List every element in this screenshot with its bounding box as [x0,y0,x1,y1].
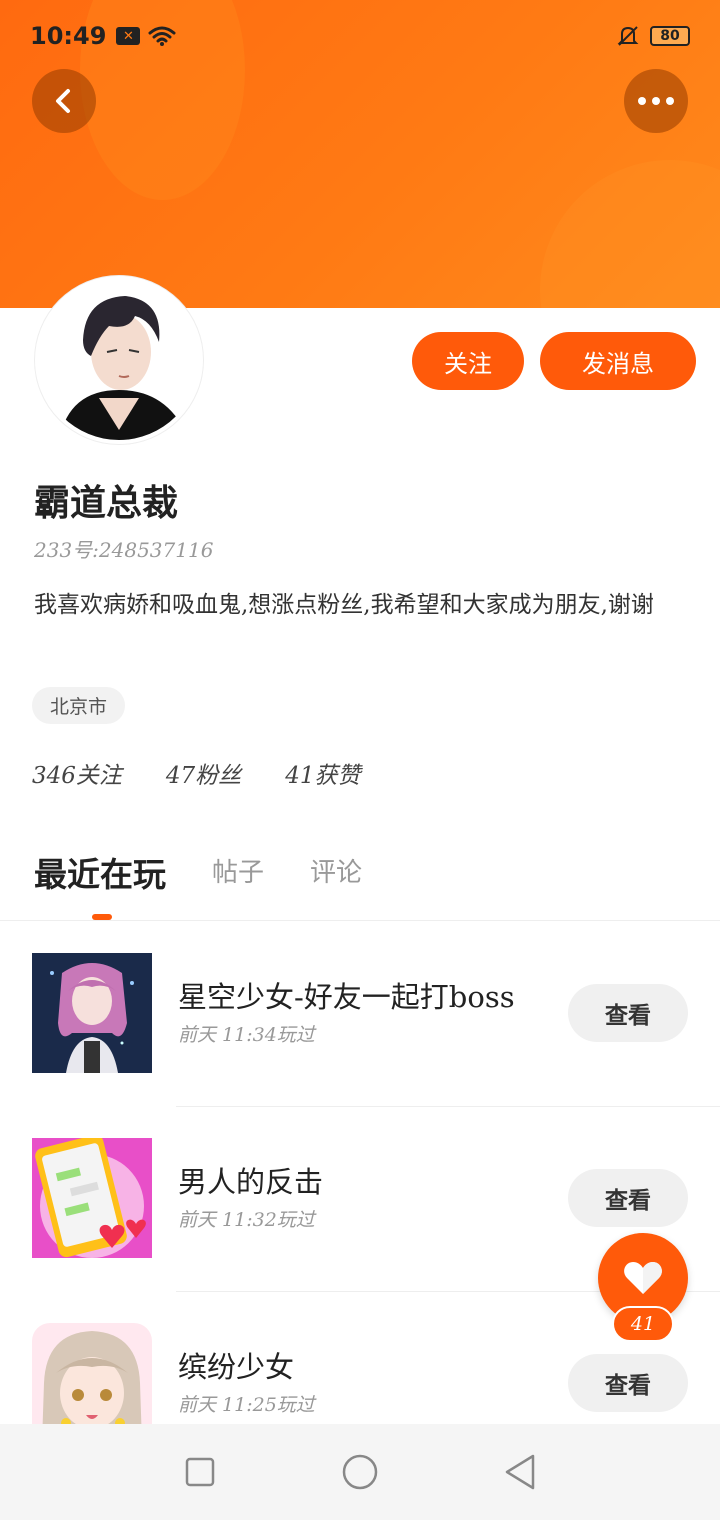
status-right: 80 [616,24,690,48]
follow-button[interactable]: 关注 [412,332,524,390]
game-list: 星空少女-好友一起打boss 前天 11:34玩过 查看 男人的反击 前天 11… [0,922,720,1477]
tab-posts[interactable]: 帖子 [212,840,264,889]
stats-row: 346关注 47粉丝 41获赞 [32,756,360,790]
list-item[interactable]: 星空少女-好友一起打boss 前天 11:34玩过 查看 [0,922,720,1107]
avatar[interactable] [35,276,203,444]
battery-icon: 80 [650,26,690,46]
tab-indicator [92,914,112,920]
back-button[interactable] [32,69,96,133]
home-button[interactable] [340,1452,380,1492]
more-button[interactable] [624,69,688,133]
game-title: 星空少女-好友一起打boss [178,980,515,1014]
view-button[interactable]: 查看 [568,984,688,1042]
back-nav-button[interactable] [500,1452,540,1492]
like-count-badge: 41 [612,1306,674,1342]
game-title: 男人的反击 [178,1165,324,1199]
likes-count: 41获赞 [285,763,361,789]
home-icon [342,1454,378,1490]
view-button[interactable]: 查看 [568,1354,688,1412]
recent-apps-button[interactable] [180,1452,220,1492]
chevron-left-icon [56,89,70,113]
system-nav-bar [0,1424,720,1520]
tab-bar: 最近在玩 帖子 评论 [0,840,720,921]
game-time: 前天 11:32玩过 [178,1209,315,1231]
location-tag[interactable]: 北京市 [32,687,126,724]
game-time: 前天 11:25玩过 [178,1394,315,1416]
status-time: 10:49 [30,22,107,50]
game-title: 缤纷少女 [178,1350,295,1384]
following-count[interactable]: 346关注 [32,756,122,790]
back-triangle-icon [505,1454,535,1490]
wifi-icon [148,26,176,46]
followers-count[interactable]: 47粉丝 [166,756,241,790]
profile-name: 霸道总裁 [34,482,179,524]
tab-recently-played[interactable]: 最近在玩 [34,840,166,896]
status-bar: 10:49 ✕ 80 [0,0,720,72]
recent-apps-icon [185,1457,215,1487]
bell-muted-icon [617,26,639,46]
game-time: 前天 11:34玩过 [178,1024,315,1046]
game-thumbnail[interactable] [32,1138,152,1258]
banner-decoration [540,160,720,308]
send-message-button[interactable]: 发消息 [540,332,696,390]
view-button[interactable]: 查看 [568,1169,688,1227]
notification-x-icon: ✕ [116,27,141,45]
heart-icon [624,1262,662,1294]
tab-comments[interactable]: 评论 [310,840,362,889]
profile-id: 233号:248537116 [34,538,214,562]
game-thumbnail[interactable] [32,953,152,1073]
more-horizontal-icon [638,97,674,105]
profile-bio: 我喜欢病娇和吸血鬼,想涨点粉丝,我希望和大家成为朋友,谢谢 [34,592,654,618]
